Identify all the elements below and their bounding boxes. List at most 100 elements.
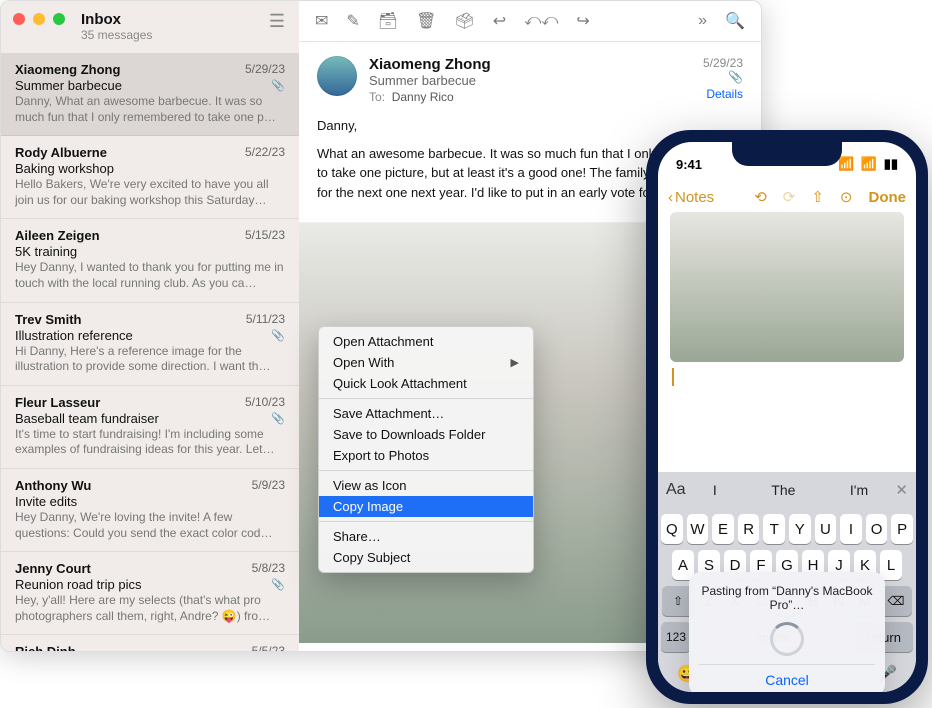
row-from: Trev Smith — [15, 312, 285, 327]
spinner-icon — [770, 622, 804, 656]
key-q[interactable]: Q — [661, 514, 683, 544]
menu-item[interactable]: Open With▶ — [319, 352, 533, 373]
more-icon[interactable]: » — [698, 12, 707, 30]
key-l[interactable]: L — [880, 550, 902, 580]
key-e[interactable]: E — [712, 514, 734, 544]
notes-back-button[interactable]: ‹ Notes — [668, 189, 714, 206]
menu-item[interactable]: Save to Downloads Folder — [319, 424, 533, 445]
archive-icon[interactable]: 🗃 — [378, 11, 398, 31]
menu-separator — [319, 398, 533, 399]
menu-item[interactable]: Save Attachment… — [319, 403, 533, 424]
row-subject: Illustration reference — [15, 328, 285, 343]
recipient-name[interactable]: Danny Rico — [392, 90, 454, 104]
wifi-icon: 📶 — [861, 156, 877, 172]
menu-item[interactable]: Share… — [319, 526, 533, 547]
key-w[interactable]: W — [687, 514, 709, 544]
message-row[interactable]: Rody Albuerne5/22/23Baking workshopHello… — [1, 136, 299, 219]
menu-item-label: Copy Subject — [333, 550, 410, 565]
junk-icon[interactable]: 🗳 — [454, 11, 474, 31]
done-button[interactable]: Done — [869, 189, 907, 206]
share-icon[interactable]: ⇧ — [811, 188, 824, 206]
menu-item[interactable]: View as Icon — [319, 475, 533, 496]
format-button[interactable]: Aa — [666, 481, 686, 499]
attachment-icon: 📎 — [271, 329, 285, 342]
menu-separator — [319, 470, 533, 471]
reply-icon[interactable]: ↩︎ — [493, 11, 506, 31]
text-cursor — [672, 368, 674, 386]
menu-item-label: Export to Photos — [333, 448, 429, 463]
message-row[interactable]: Trev Smith5/11/23 📎Illustration reference… — [1, 303, 299, 386]
message-row[interactable]: Xiaomeng Zhong5/29/23📎Summer barbecueDan… — [1, 53, 299, 136]
compose-icon[interactable]: ✎ — [346, 11, 359, 31]
more-icon[interactable]: ⊙ — [840, 188, 853, 206]
row-date: 5/11/23 — [246, 312, 285, 326]
redo-icon[interactable]: ⟳ — [783, 188, 796, 206]
row-date: 5/10/23 — [245, 395, 285, 409]
row-subject: Baseball team fundraiser — [15, 411, 285, 426]
menu-item[interactable]: Open Attachment — [319, 331, 533, 352]
close-window-icon[interactable] — [13, 13, 25, 25]
row-preview: Hey Danny, We're loving the invite! A fe… — [15, 510, 285, 541]
reply-all-icon[interactable]: ⤺⤺ — [524, 12, 558, 30]
key-y[interactable]: Y — [789, 514, 811, 544]
notch — [732, 142, 842, 166]
message-header: Xiaomeng Zhong Summer barbecue To: Danny… — [299, 42, 761, 114]
sender-name: Xiaomeng Zhong — [369, 56, 491, 73]
recipient-line: To: Danny Rico — [369, 90, 491, 104]
row-preview: It's time to start fundraising! I'm incl… — [15, 427, 285, 458]
attachment-icon: 📎 — [271, 578, 285, 591]
undo-icon[interactable]: ⟲ — [754, 188, 767, 206]
key-p[interactable]: P — [891, 514, 913, 544]
menu-item-label: Share… — [333, 529, 381, 544]
note-body[interactable]: Pasting from “Danny's MacBook Pro”… Canc… — [658, 362, 916, 472]
menu-item[interactable]: Copy Image — [319, 496, 533, 517]
message-row[interactable]: Anthony Wu5/9/23Invite editsHey Danny, W… — [1, 469, 299, 552]
mail-toolbar: ✉︎ ✎ 🗃 🗑 🗳 ↩︎ ⤺⤺ ↪︎ » 🔍 — [299, 1, 761, 42]
sender-avatar[interactable] — [317, 56, 357, 96]
dialog-cancel-button[interactable]: Cancel — [699, 664, 875, 688]
notes-toolbar: ‹ Notes ⟲ ⟳ ⇧ ⊙ Done — [658, 182, 916, 212]
row-date: 5/15/23 — [245, 228, 285, 242]
trash-icon[interactable]: 🗑 — [416, 11, 436, 31]
zoom-window-icon[interactable] — [53, 13, 65, 25]
context-menu: Open AttachmentOpen With▶ Quick Look Atta… — [318, 326, 534, 573]
key-u[interactable]: U — [815, 514, 837, 544]
mail-icon[interactable]: ✉︎ — [315, 11, 328, 31]
search-icon[interactable]: 🔍 — [725, 11, 745, 31]
menu-item[interactable]: Export to Photos — [319, 445, 533, 466]
key-o[interactable]: O — [866, 514, 888, 544]
menu-item[interactable]: Copy Subject — [319, 547, 533, 568]
key-i[interactable]: I — [840, 514, 862, 544]
menu-item[interactable]: Quick Look Attachment — [319, 373, 533, 394]
window-controls — [13, 13, 65, 25]
row-date: 5/8/23 — [252, 561, 285, 575]
status-time: 9:41 — [676, 157, 702, 172]
attachment-icon: 📎 — [728, 70, 743, 84]
key-r[interactable]: R — [738, 514, 760, 544]
row-date: 5/22/23 — [245, 145, 285, 159]
row-subject: Reunion road trip pics — [15, 577, 285, 592]
mailbox-title: Inbox — [81, 11, 285, 28]
message-row[interactable]: Aileen Zeigen5/15/235K trainingHey Danny… — [1, 219, 299, 302]
row-from: Jenny Court — [15, 561, 285, 576]
key-123[interactable]: 123 — [661, 622, 691, 652]
message-row[interactable]: Jenny Court5/8/23 📎Reunion road trip pics… — [1, 552, 299, 635]
dialog-title: Pasting from “Danny's MacBook Pro”… — [699, 584, 875, 612]
details-link[interactable]: Details — [703, 87, 743, 101]
minimize-window-icon[interactable] — [33, 13, 45, 25]
key-t[interactable]: T — [763, 514, 785, 544]
close-quicktype-icon[interactable]: ✕ — [895, 481, 908, 499]
row-preview: Danny, What an awesome barbecue. It was … — [15, 94, 285, 125]
row-subject: Summer barbecue — [15, 78, 285, 93]
message-row[interactable]: Rich Dinh5/5/23📎Trip to Zion National Pa… — [1, 635, 299, 651]
filter-icon[interactable]: ☰ — [269, 11, 285, 32]
suggestion[interactable]: I — [713, 482, 717, 498]
row-subject: Baking workshop — [15, 161, 285, 176]
suggestion[interactable]: The — [771, 482, 795, 498]
row-from: Anthony Wu — [15, 478, 285, 493]
suggestion[interactable]: I'm — [850, 482, 868, 498]
message-row[interactable]: Fleur Lasseur5/10/23📎Baseball team fundr… — [1, 386, 299, 469]
forward-icon[interactable]: ↪︎ — [576, 11, 589, 31]
menu-item-label: Quick Look Attachment — [333, 376, 467, 391]
note-pasted-image[interactable] — [670, 212, 904, 362]
